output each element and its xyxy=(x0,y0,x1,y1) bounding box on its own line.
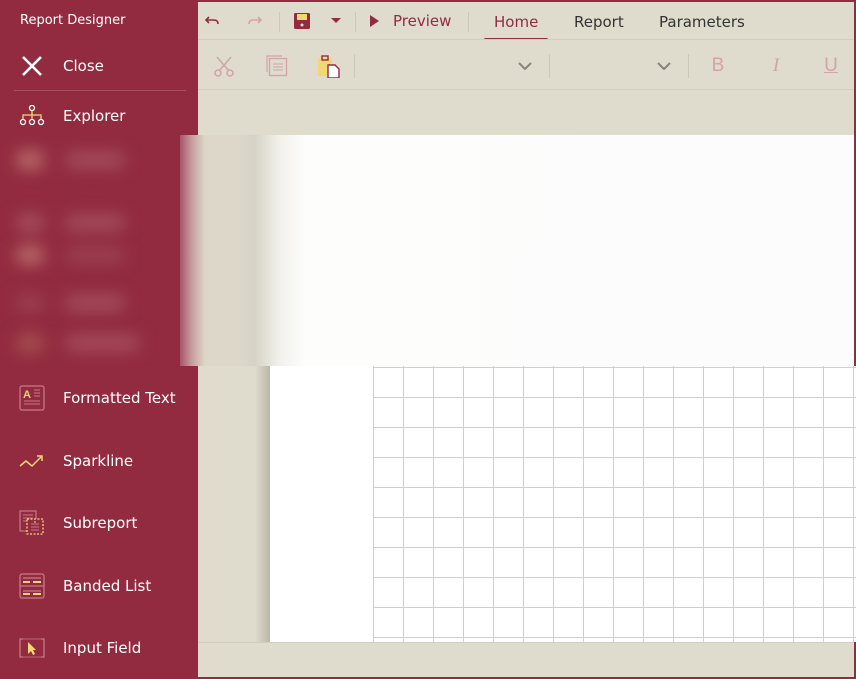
paste-icon xyxy=(318,55,340,78)
sidebar-item-label: Subreport xyxy=(63,514,138,532)
redo-icon xyxy=(248,16,262,25)
blurred-item xyxy=(5,283,175,323)
sidebar-item-input-field[interactable]: Input Field xyxy=(14,628,198,668)
toolbar-separator xyxy=(355,12,356,32)
obscured-canvas xyxy=(180,135,854,366)
tab-home[interactable]: Home xyxy=(483,2,549,41)
undo-icon xyxy=(205,16,219,25)
tab-label: Report xyxy=(574,12,624,31)
save-icon xyxy=(294,13,310,29)
obscured-region xyxy=(0,135,854,366)
scissors-icon xyxy=(214,56,234,77)
sidebar-item-label: Banded List xyxy=(63,577,152,595)
sidebar-item-subreport[interactable]: Subreport xyxy=(14,503,198,543)
italic-button[interactable]: I xyxy=(761,52,791,80)
toolbar-separator xyxy=(468,12,469,32)
tab-report[interactable]: Report xyxy=(574,2,624,41)
font-size-dropdown[interactable] xyxy=(558,52,673,80)
font-family-dropdown[interactable] xyxy=(364,52,534,80)
sidebar-item-label: Explorer xyxy=(63,107,126,125)
chevron-down-icon xyxy=(518,62,532,70)
close-button[interactable]: Close xyxy=(14,50,186,82)
save-button[interactable] xyxy=(291,8,313,34)
blurred-item xyxy=(5,235,175,275)
sidebar-divider xyxy=(14,90,186,91)
tab-label: Home xyxy=(494,12,539,31)
close-label: Close xyxy=(63,57,104,75)
ribbon-separator xyxy=(688,54,689,78)
ribbon-separator xyxy=(549,54,550,78)
blurred-item xyxy=(5,323,175,363)
banded-list-icon xyxy=(14,571,50,601)
undo-button[interactable] xyxy=(202,8,224,34)
tab-label: Parameters xyxy=(659,12,745,31)
svg-text:A: A xyxy=(23,389,31,401)
sidebar-item-label: Input Field xyxy=(63,639,142,657)
paste-button[interactable] xyxy=(314,52,344,80)
play-icon xyxy=(370,15,379,27)
blurred-item xyxy=(5,140,175,180)
close-icon xyxy=(14,51,50,81)
ribbon-separator xyxy=(354,54,355,78)
ribbon: B I U xyxy=(198,39,854,90)
toolbar-separator xyxy=(279,12,280,32)
sidebar-item-label: Formatted Text xyxy=(63,389,176,407)
copy-icon xyxy=(266,55,288,77)
chevron-down-icon xyxy=(657,62,671,70)
design-grid[interactable] xyxy=(373,366,856,642)
sidebar-item-explorer[interactable]: Explorer xyxy=(14,96,198,136)
tab-parameters[interactable]: Parameters xyxy=(659,2,745,41)
formatted-text-icon: A xyxy=(14,383,50,413)
app-title: Report Designer xyxy=(20,13,126,28)
obscured-sidebar-items xyxy=(0,135,180,366)
sparkline-icon xyxy=(14,446,50,476)
page-shadow xyxy=(255,366,271,642)
underline-button[interactable]: U xyxy=(816,52,846,80)
cut-button[interactable] xyxy=(209,52,239,80)
sidebar-item-banded-list[interactable]: Banded List xyxy=(14,566,198,606)
hierarchy-icon xyxy=(14,101,50,131)
subreport-icon xyxy=(14,508,50,538)
caret-down-icon xyxy=(331,18,341,23)
copy-button[interactable] xyxy=(262,52,292,80)
top-toolbar: Preview Home Report Parameters xyxy=(198,0,854,41)
sidebar-item-sparkline[interactable]: Sparkline xyxy=(14,441,198,481)
sidebar-item-formatted-text[interactable]: A Formatted Text xyxy=(14,378,198,418)
preview-label: Preview xyxy=(393,12,452,30)
save-dropdown-button[interactable] xyxy=(326,8,346,34)
preview-button[interactable]: Preview xyxy=(370,8,451,34)
status-bar xyxy=(198,642,854,677)
redo-button[interactable] xyxy=(243,8,265,34)
sidebar-item-label: Sparkline xyxy=(63,452,134,470)
input-field-icon xyxy=(14,633,50,663)
bold-button[interactable]: B xyxy=(703,52,733,80)
